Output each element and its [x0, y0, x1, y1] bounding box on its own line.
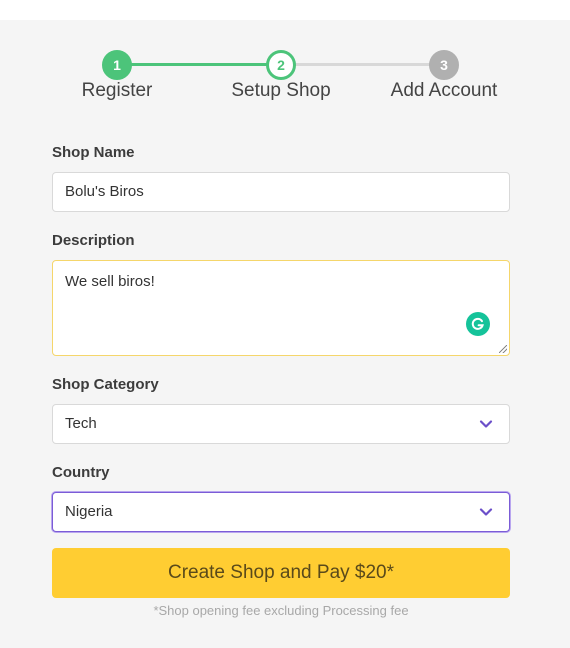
- shop-category-value: Tech: [65, 415, 97, 432]
- step-1-label: Register: [81, 80, 153, 101]
- shop-name-label: Shop Name: [52, 144, 135, 161]
- country-select[interactable]: Nigeria: [52, 492, 510, 532]
- step-3-indicator[interactable]: 3: [429, 50, 459, 80]
- stepper-line-pending: [281, 63, 444, 66]
- chevron-down-icon: [479, 420, 493, 428]
- step-3-label: Add Account: [390, 80, 498, 101]
- step-2-indicator[interactable]: 2: [266, 50, 296, 80]
- step-1-indicator[interactable]: 1: [102, 50, 132, 80]
- shop-name-value: Bolu's Biros: [65, 183, 144, 200]
- country-label: Country: [52, 464, 110, 481]
- description-textarea[interactable]: We sell biros!: [52, 260, 510, 356]
- progress-stepper: 1 2 3 Register Setup Shop Add Account: [0, 50, 570, 110]
- shop-category-label: Shop Category: [52, 376, 159, 393]
- step-3-number: 3: [440, 57, 448, 73]
- step-2-label: Setup Shop: [231, 80, 331, 101]
- step-2-number: 2: [277, 57, 285, 73]
- step-1-number: 1: [113, 57, 121, 73]
- create-shop-button[interactable]: Create Shop and Pay $20*: [52, 548, 510, 598]
- country-value: Nigeria: [65, 503, 113, 520]
- shop-category-select[interactable]: Tech: [52, 404, 510, 444]
- grammarly-icon[interactable]: [466, 312, 490, 336]
- resize-handle[interactable]: [499, 345, 507, 353]
- description-value: We sell biros!: [65, 273, 155, 290]
- fee-note: *Shop opening fee excluding Processing f…: [153, 603, 409, 618]
- shop-name-input[interactable]: Bolu's Biros: [52, 172, 510, 212]
- chevron-down-icon: [479, 508, 493, 516]
- description-label: Description: [52, 232, 135, 249]
- stepper-line-complete: [117, 63, 281, 66]
